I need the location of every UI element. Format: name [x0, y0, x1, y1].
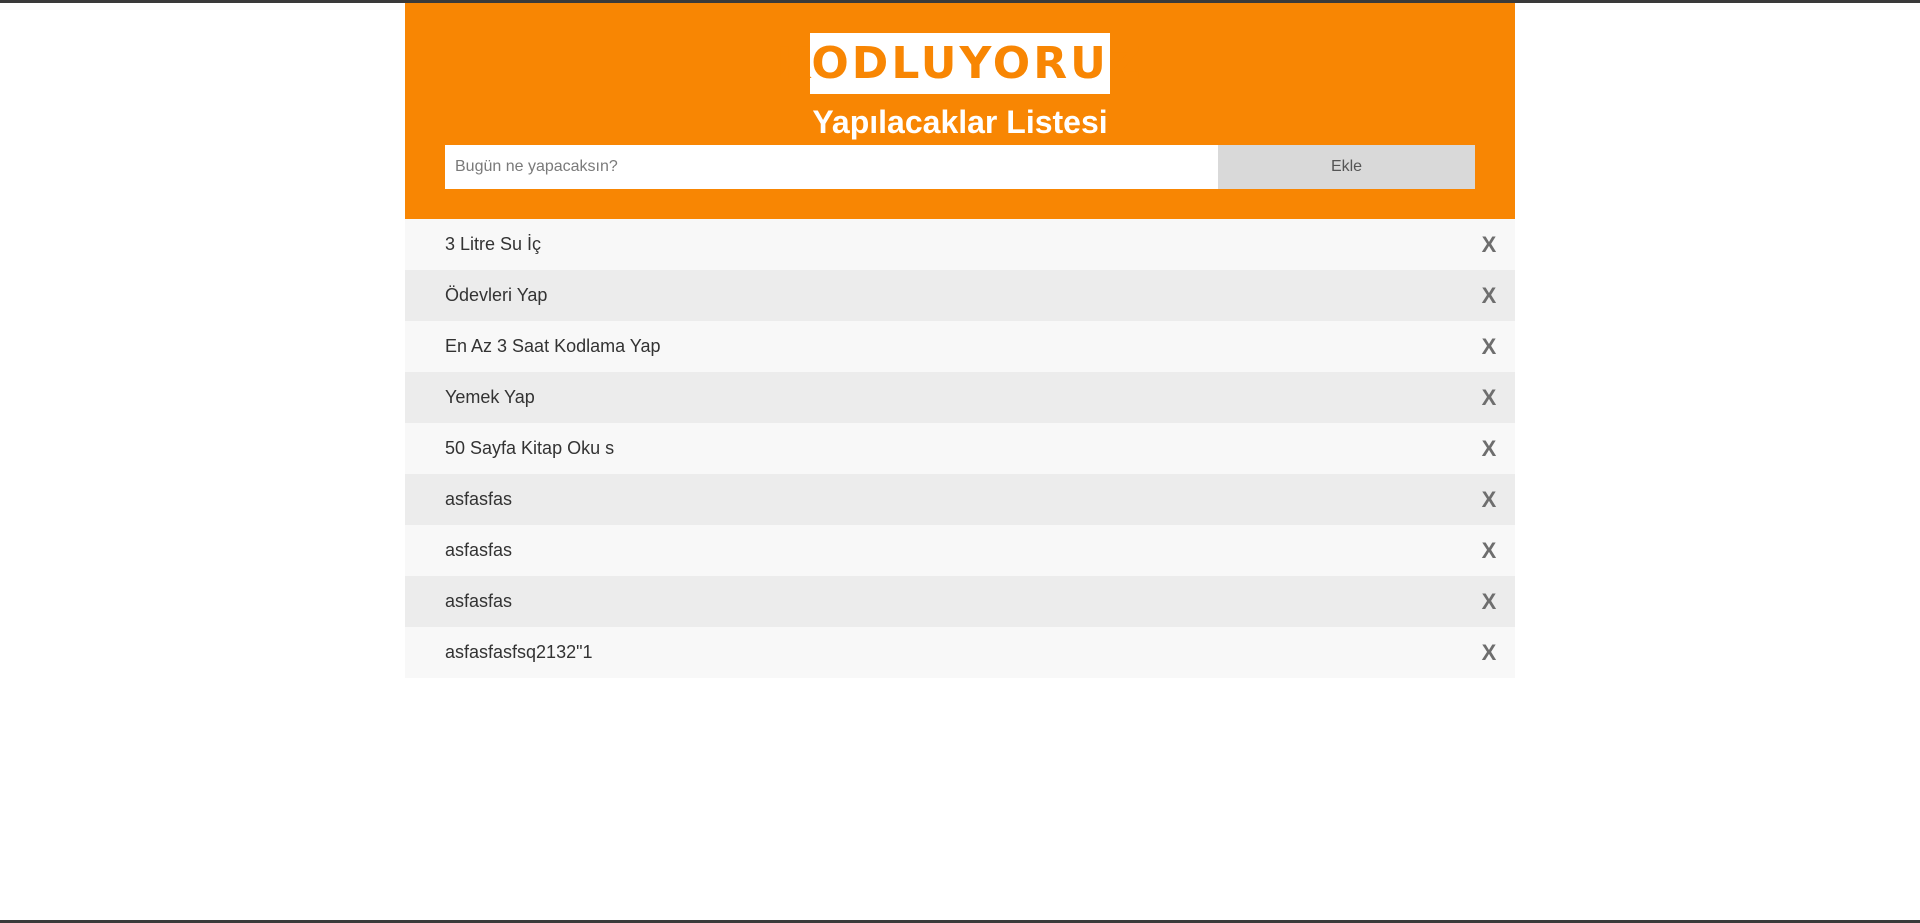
list-item[interactable]: Yemek Yap X	[405, 372, 1515, 423]
list-item[interactable]: 50 Sayfa Kitap Oku s X	[405, 423, 1515, 474]
list-item[interactable]: asfasfasfsq2132"1 X	[405, 627, 1515, 678]
close-icon[interactable]: X	[1479, 385, 1499, 411]
list-item-text: 50 Sayfa Kitap Oku s	[445, 438, 615, 458]
close-icon[interactable]: X	[1479, 232, 1499, 258]
list-item-text: asfasfas	[445, 489, 513, 509]
close-icon[interactable]: X	[1479, 589, 1499, 615]
close-icon[interactable]: X	[1479, 538, 1499, 564]
list-item[interactable]: Ödevleri Yap X	[405, 270, 1515, 321]
close-icon[interactable]: X	[1479, 283, 1499, 309]
logo: KODLUYORUZ	[776, 33, 1141, 94]
close-icon[interactable]: X	[1479, 640, 1499, 666]
task-list: 3 Litre Su İç X Ödevleri Yap X En Az 3 S…	[405, 219, 1515, 678]
add-button[interactable]: Ekle	[1218, 145, 1475, 189]
list-item-text: 3 Litre Su İç	[445, 234, 542, 254]
list-item-text: asfasfasfsq2132"1	[445, 642, 593, 662]
close-icon[interactable]: X	[1479, 334, 1499, 360]
add-task-form: Ekle	[445, 145, 1475, 189]
list-item[interactable]: 3 Litre Su İç X	[405, 219, 1515, 270]
close-icon[interactable]: X	[1479, 487, 1499, 513]
logo-text: KODLUYORUZ	[776, 37, 1144, 89]
list-item-text: asfasfas	[445, 591, 513, 611]
list-item-text: Yemek Yap	[445, 387, 535, 407]
page-title: Yapılacaklar Listesi	[812, 104, 1108, 140]
todo-app: KODLUYORUZ Yapılacaklar Listesi Ekle 3 L…	[405, 3, 1515, 678]
list-item[interactable]: asfasfas X	[405, 525, 1515, 576]
list-item[interactable]: En Az 3 Saat Kodlama Yap X	[405, 321, 1515, 372]
list-item-text: asfasfas	[445, 540, 513, 560]
list-item-text: Ödevleri Yap	[445, 285, 548, 305]
list-item-text: En Az 3 Saat Kodlama Yap	[445, 336, 661, 356]
header: KODLUYORUZ Yapılacaklar Listesi Ekle	[405, 3, 1515, 219]
close-icon[interactable]: X	[1479, 436, 1499, 462]
task-input[interactable]	[445, 145, 1218, 189]
list-item[interactable]: asfasfas X	[405, 474, 1515, 525]
list-item[interactable]: asfasfas X	[405, 576, 1515, 627]
